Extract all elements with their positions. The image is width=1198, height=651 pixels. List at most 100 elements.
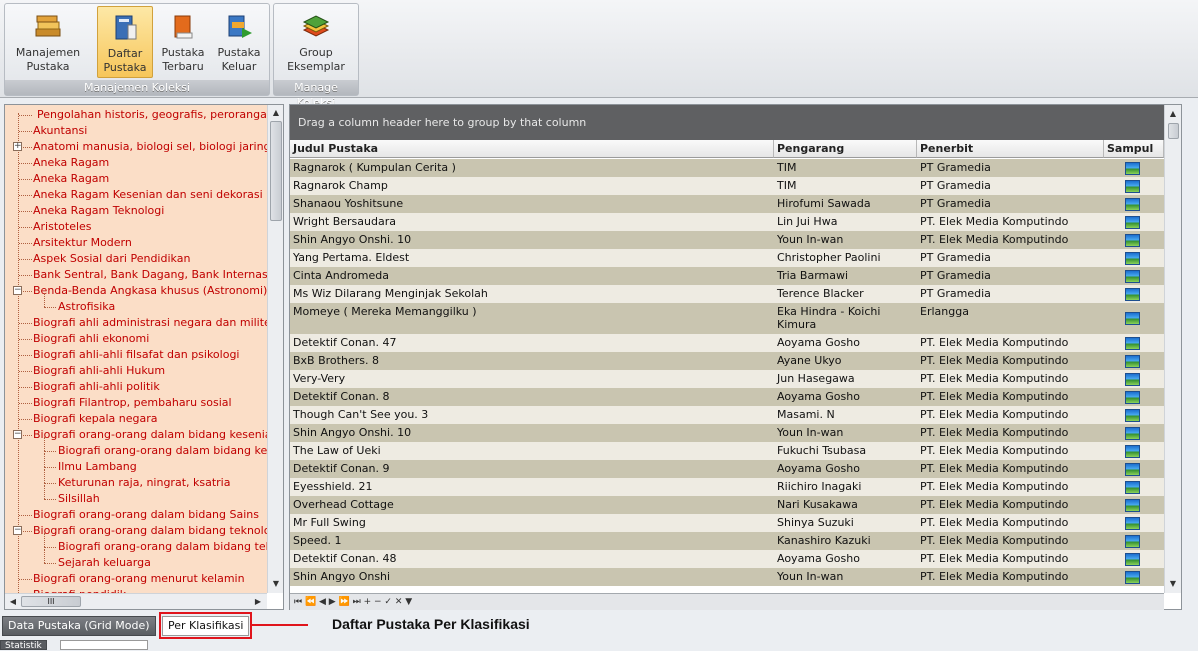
tree-node[interactable]: Bank Sentral, Bank Dagang, Bank Internas… (33, 267, 267, 283)
table-row[interactable]: Shin Angyo Onshi. 10 Youn In-wan PT. Elek … (290, 231, 1164, 249)
cover-image-icon[interactable] (1125, 444, 1140, 458)
table-row[interactable]: Momeye ( Mereka Memanggilku ) Eka Hindra … (290, 303, 1164, 334)
tree-node[interactable]: Biografi orang-orang dalam bidang keseni… (58, 443, 267, 459)
tree-node[interactable]: Anatomi manusia, biologi sel, biologi ja… (33, 139, 267, 155)
tree-node[interactable]: Aneka Ragam Teknologi (33, 203, 164, 219)
cover-image-icon[interactable] (1125, 426, 1140, 440)
cover-image-icon[interactable] (1125, 462, 1140, 476)
scroll-up-icon[interactable]: ▲ (269, 106, 283, 120)
cover-image-icon[interactable] (1125, 534, 1140, 548)
tree-node[interactable]: Biografi ahli-ahli Hukum (33, 363, 165, 379)
scroll-down-icon[interactable]: ▼ (1166, 577, 1180, 591)
cover-image-icon[interactable] (1125, 269, 1140, 283)
table-row[interactable]: Though Can't See you. 3 Masami. N PT. Elek… (290, 406, 1164, 424)
table-row[interactable]: Speed. 1 Kanashiro Kazuki PT. Elek Media K… (290, 532, 1164, 550)
table-row[interactable]: Shin Angyo Onshi. 10 Youn In-wan PT. Elek … (290, 424, 1164, 442)
cover-image-icon[interactable] (1125, 372, 1140, 386)
tree-node[interactable]: Pengolahan historis, geografis, perorang… (37, 107, 267, 123)
cover-image-icon[interactable] (1125, 498, 1140, 512)
table-row[interactable]: BxB Brothers. 8 Ayane Ukyo PT. Elek Media … (290, 352, 1164, 370)
group-by-area[interactable]: Drag a column header here to group by th… (290, 105, 1164, 140)
cover-image-icon[interactable] (1125, 480, 1140, 494)
column-header-judul[interactable]: Judul Pustaka (290, 140, 774, 158)
tree-node[interactable]: Keturunan raja, ningrat, ksatria (58, 475, 230, 491)
column-header-sampul[interactable]: Sampul (1104, 140, 1164, 158)
table-row[interactable]: Mr Full Swing Shinya Suzuki PT. Elek Media… (290, 514, 1164, 532)
table-row[interactable]: Ragnarok Champ TIM PT Gramedia (290, 177, 1164, 195)
tree-node[interactable]: Astrofisika (58, 299, 115, 315)
cover-image-icon[interactable] (1125, 197, 1140, 211)
tree-node[interactable]: Biografi ahli-ahli politik (33, 379, 160, 395)
table-row[interactable]: Shin Angyo Onshi Youn In-wan PT. Elek Medi… (290, 568, 1164, 586)
grid-vertical-scrollbar[interactable]: ▲ ▼ (1164, 105, 1181, 593)
pustaka-terbaru-button[interactable]: Pustaka Terbaru (157, 6, 209, 78)
collapse-icon[interactable]: − (13, 526, 22, 535)
table-row[interactable]: Detektif Conan. 47 Aoyama Gosho PT. Elek M… (290, 334, 1164, 352)
scroll-up-icon[interactable]: ▲ (1166, 107, 1180, 121)
collapse-icon[interactable]: − (13, 430, 22, 439)
table-row[interactable]: Eyesshield. 21 Riichiro Inagaki PT. Elek M… (290, 478, 1164, 496)
tree-node[interactable]: Aneka Ragam Kesenian dan seni dekorasi (33, 187, 263, 203)
table-row[interactable]: The Law of Ueki Fukuchi Tsubasa PT. Elek M… (290, 442, 1164, 460)
cover-image-icon[interactable] (1125, 233, 1140, 247)
table-row[interactable]: Detektif Conan. 8 Aoyama Gosho PT. Elek Me… (290, 388, 1164, 406)
cover-image-icon[interactable] (1125, 179, 1140, 193)
tree-hscroll-thumb[interactable]: III (21, 596, 81, 607)
tree-scroll-thumb[interactable] (270, 121, 282, 221)
scroll-down-icon[interactable]: ▼ (269, 577, 283, 591)
tree-node[interactable]: Aristoteles (33, 219, 92, 235)
record-navigator[interactable]: ⏮ ⏪ ◀ ▶ ⏩ ⏭ + − ✓ ✕ ▼ (290, 593, 1164, 610)
tree-node[interactable]: Akuntansi (33, 123, 87, 139)
tree-node[interactable]: Biografi orang-orang menurut kelamin (33, 571, 245, 587)
cover-image-icon[interactable] (1125, 570, 1140, 584)
cover-image-icon[interactable] (1125, 161, 1140, 175)
tree-node[interactable]: Biografi orang-orang dalam bidang keseni… (33, 427, 267, 443)
table-row[interactable]: Wright Bersaudara Lin Jui Hwa PT. Elek Med… (290, 213, 1164, 231)
tree-node[interactable]: Biografi Filantrop, pembaharu sosial (33, 395, 232, 411)
tree-horizontal-scrollbar[interactable]: ◀ III ▶ (5, 593, 267, 609)
scroll-right-icon[interactable]: ▶ (251, 595, 265, 609)
table-row[interactable]: Detektif Conan. 48 Aoyama Gosho PT. Elek M… (290, 550, 1164, 568)
tab-secondary[interactable] (60, 640, 148, 650)
table-row[interactable]: Ms Wiz Dilarang Menginjak Sekolah Terence… (290, 285, 1164, 303)
table-row[interactable]: Shanaou Yoshitsune Hirofumi Sawada PT Gram… (290, 195, 1164, 213)
table-row[interactable]: Yang Pertama. Eldest Christopher Paolini P… (290, 249, 1164, 267)
navigator-buttons[interactable]: ⏮ ⏪ ◀ ▶ ⏩ ⏭ + − ✓ ✕ ▼ (294, 597, 412, 607)
group-eksemplar-button[interactable]: Group Eksemplar (280, 6, 352, 78)
table-row[interactable]: Detektif Conan. 9 Aoyama Gosho PT. Elek Me… (290, 460, 1164, 478)
tree-node[interactable]: Biografi ahli-ahli filsafat dan psikolog… (33, 347, 240, 363)
table-row[interactable]: Ragnarok ( Kumpulan Cerita ) TIM PT Gramed… (290, 159, 1164, 177)
cover-image-icon[interactable] (1125, 215, 1140, 229)
pustaka-keluar-button[interactable]: Pustaka Keluar (213, 6, 265, 78)
tree-node[interactable]: Biografi orang-orang dalam bidang teknol… (33, 523, 267, 539)
cover-image-icon[interactable] (1125, 287, 1140, 301)
table-row[interactable]: Overhead Cottage Nari Kusakawa PT. Elek Me… (290, 496, 1164, 514)
tree-vertical-scrollbar[interactable]: ▲ ▼ (267, 105, 283, 593)
cover-image-icon[interactable] (1125, 408, 1140, 422)
cover-image-icon[interactable] (1125, 552, 1140, 566)
tree-node[interactable]: Biografi orang-orang dalam bidang Sains (33, 507, 259, 523)
scroll-left-icon[interactable]: ◀ (6, 595, 20, 609)
tree-node[interactable]: Aneka Ragam (33, 171, 109, 187)
tab-grid-mode[interactable]: Data Pustaka (Grid Mode) (2, 616, 156, 636)
cover-image-icon[interactable] (1125, 251, 1140, 265)
tree-node[interactable]: Biografi orang-orang dalam bidang teknol… (58, 539, 267, 555)
cover-image-icon[interactable] (1125, 354, 1140, 368)
tree-node[interactable]: Benda-Benda Angkasa khusus (Astronomi) (33, 283, 267, 299)
cover-image-icon[interactable] (1125, 516, 1140, 530)
tree-node[interactable]: Biografi ahli ekonomi (33, 331, 149, 347)
table-row[interactable]: Cinta Andromeda Tria Barmawi PT Gramedia (290, 267, 1164, 285)
tree-node[interactable]: Arsitektur Modern (33, 235, 132, 251)
column-header-pengarang[interactable]: Pengarang (774, 140, 917, 158)
manajemen-pustaka-button[interactable]: Manajemen Pustaka (11, 6, 85, 78)
cover-image-icon[interactable] (1125, 336, 1140, 350)
collapse-icon[interactable]: − (13, 286, 22, 295)
daftar-pustaka-button[interactable]: Daftar Pustaka (97, 6, 153, 78)
column-header-penerbit[interactable]: Penerbit (917, 140, 1104, 158)
tree-node[interactable]: Biografi ahli administrasi negara dan mi… (33, 315, 267, 331)
table-row[interactable]: Very-Very Jun Hasegawa PT. Elek Media Komp… (290, 370, 1164, 388)
expand-icon[interactable]: + (13, 142, 22, 151)
tree-node[interactable]: Aspek Sosial dari Pendidikan (33, 251, 190, 267)
tree-node[interactable]: Sejarah keluarga (58, 555, 151, 571)
tab-statistik[interactable]: Statistik (0, 640, 47, 651)
